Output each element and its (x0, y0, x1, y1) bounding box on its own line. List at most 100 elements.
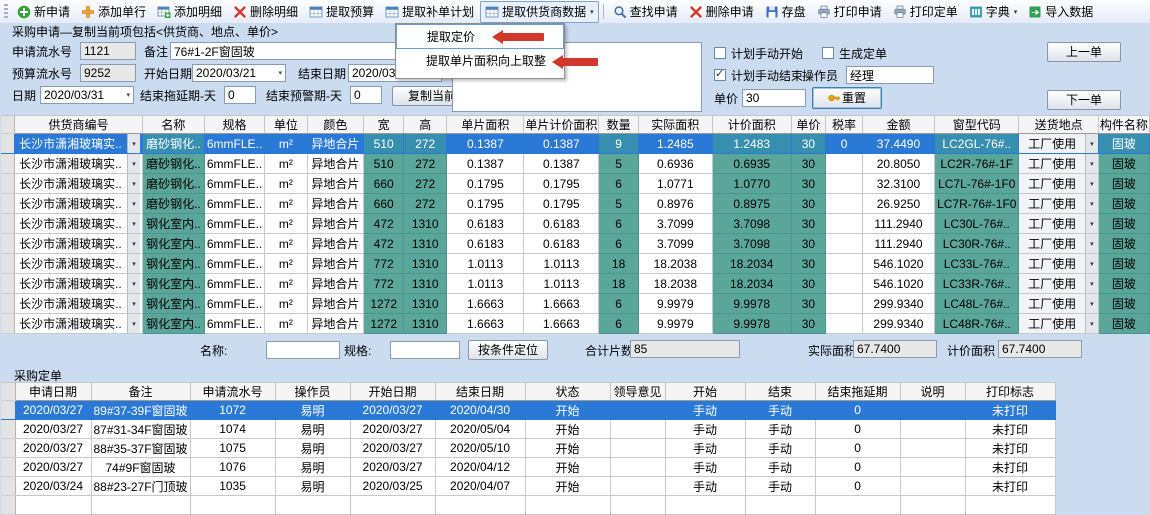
cell[interactable]: 30 (791, 134, 826, 154)
cell[interactable] (900, 420, 965, 439)
cell[interactable]: 1075 (190, 439, 275, 458)
cell[interactable]: LC48R-76#.. (935, 314, 1019, 334)
cell[interactable]: 工厂使用▾ (1019, 214, 1098, 234)
cell[interactable]: LC7R-76#-1F0 (935, 194, 1019, 214)
cell[interactable]: 固玻 (1098, 254, 1149, 274)
cell[interactable]: 磨砂钢化.. (142, 194, 204, 214)
cell[interactable]: 2020/03/27 (15, 439, 91, 458)
cell[interactable]: 手动 (745, 439, 815, 458)
table-row[interactable]: 2020/03/2488#23-27F门顶玻1035易明2020/03/2520… (1, 477, 1055, 496)
cell[interactable]: 2020/03/27 (350, 458, 435, 477)
cell[interactable]: 2020/04/07 (435, 477, 525, 496)
cell[interactable]: 钢化室内.. (142, 214, 204, 234)
cell[interactable]: 钢化室内.. (142, 254, 204, 274)
cell[interactable]: 6mmFLE.. (204, 294, 264, 314)
cell[interactable]: 772 (364, 274, 404, 294)
cell[interactable]: 异地合片 (307, 174, 364, 194)
column-header[interactable]: 窗型代码 (935, 116, 1019, 134)
cell[interactable]: 272 (403, 134, 446, 154)
cell[interactable]: 钢化室内.. (142, 294, 204, 314)
cell[interactable]: 0.1795 (524, 174, 599, 194)
cell[interactable]: 0.1387 (447, 154, 524, 174)
cell[interactable]: 37.4490 (862, 134, 934, 154)
cell[interactable]: 长沙市潇湘玻璃实..▾ (15, 274, 143, 294)
cell[interactable]: 1.6663 (524, 294, 599, 314)
cell[interactable] (610, 458, 665, 477)
cell[interactable] (826, 174, 863, 194)
cell[interactable]: 工厂使用▾ (1019, 314, 1098, 334)
cell[interactable] (826, 254, 863, 274)
cell[interactable] (91, 496, 190, 515)
cell[interactable] (665, 496, 745, 515)
column-header[interactable]: 领导意见 (610, 383, 665, 401)
cell[interactable]: 固玻 (1098, 134, 1149, 154)
actual-area-value[interactable] (853, 340, 937, 358)
cell[interactable]: 未打印 (965, 420, 1055, 439)
cell[interactable]: 长沙市潇湘玻璃实..▾ (15, 134, 143, 154)
cell[interactable]: 1310 (403, 274, 446, 294)
cell[interactable]: 6mmFLE.. (204, 234, 264, 254)
cell[interactable]: 32.3100 (862, 174, 934, 194)
date-select[interactable]: 2020/03/31▾ (40, 86, 134, 104)
cell[interactable]: 30 (791, 214, 826, 234)
cell[interactable]: 26.9250 (862, 194, 934, 214)
cell[interactable]: 6 (599, 234, 638, 254)
column-header[interactable]: 操作员 (275, 383, 350, 401)
cell[interactable]: 0.6183 (447, 234, 524, 254)
cell[interactable]: 272 (403, 154, 446, 174)
cell[interactable]: 2020/03/27 (15, 401, 91, 420)
cell[interactable]: 开始 (525, 477, 610, 496)
cell[interactable] (826, 234, 863, 254)
cell[interactable] (610, 420, 665, 439)
cell[interactable]: 6 (599, 174, 638, 194)
operator-input[interactable] (846, 66, 934, 84)
cell[interactable]: 18.2034 (712, 274, 791, 294)
column-header[interactable]: 实际面积 (638, 116, 712, 134)
reset-button[interactable]: 重置 (812, 87, 882, 109)
cell[interactable]: 1076 (190, 458, 275, 477)
cell[interactable]: 易明 (275, 401, 350, 420)
spec-filter-input[interactable] (390, 341, 460, 359)
cell[interactable]: 5 (599, 154, 638, 174)
cell[interactable] (435, 496, 525, 515)
cell[interactable]: 3.7099 (638, 214, 712, 234)
cell[interactable]: 异地合片 (307, 134, 364, 154)
cell[interactable]: 9.9978 (712, 294, 791, 314)
cell[interactable]: 长沙市潇湘玻璃实..▾ (15, 254, 143, 274)
column-header[interactable]: 税率 (826, 116, 863, 134)
column-header[interactable]: 规格 (204, 116, 264, 134)
cell[interactable]: 30 (791, 174, 826, 194)
cell[interactable]: 18.2038 (638, 254, 712, 274)
cell[interactable]: 0.1795 (447, 194, 524, 214)
remark-input[interactable] (170, 42, 432, 60)
cell[interactable]: m² (265, 174, 307, 194)
column-header[interactable]: 结束 (745, 383, 815, 401)
cell[interactable]: 开始 (525, 401, 610, 420)
cell[interactable]: 易明 (275, 477, 350, 496)
cell-dropdown-arrow[interactable]: ▾ (127, 234, 140, 253)
cell[interactable]: 3.7098 (712, 234, 791, 254)
toolbar-button[interactable]: 删除明细 (228, 1, 303, 23)
cell[interactable]: 易明 (275, 458, 350, 477)
cell[interactable]: 1072 (190, 401, 275, 420)
cell[interactable]: m² (265, 234, 307, 254)
table-row[interactable]: 2020/03/2787#31-34F窗固玻1074易明2020/03/2720… (1, 420, 1055, 439)
cell[interactable]: 1074 (190, 420, 275, 439)
cell-dropdown-arrow[interactable]: ▾ (127, 254, 140, 273)
cell[interactable]: 固玻 (1098, 234, 1149, 254)
column-header[interactable]: 开始 (665, 383, 745, 401)
cell[interactable]: 0.1387 (524, 134, 599, 154)
cell[interactable] (275, 496, 350, 515)
toolbar-button[interactable]: 提取供货商数据▾ (480, 1, 599, 23)
locate-by-condition-button[interactable]: 按条件定位 (468, 340, 548, 360)
cell[interactable]: 1.0113 (524, 254, 599, 274)
toolbar-button[interactable]: 提取预算 (304, 1, 379, 23)
cell[interactable]: 易明 (275, 420, 350, 439)
cell-dropdown-arrow[interactable]: ▾ (1085, 134, 1098, 153)
cell[interactable]: 299.9340 (862, 294, 934, 314)
cell[interactable]: m² (265, 134, 307, 154)
cell[interactable]: 30 (791, 314, 826, 334)
cell[interactable]: 固玻 (1098, 174, 1149, 194)
cell[interactable]: 0.8975 (712, 194, 791, 214)
cell[interactable] (826, 154, 863, 174)
